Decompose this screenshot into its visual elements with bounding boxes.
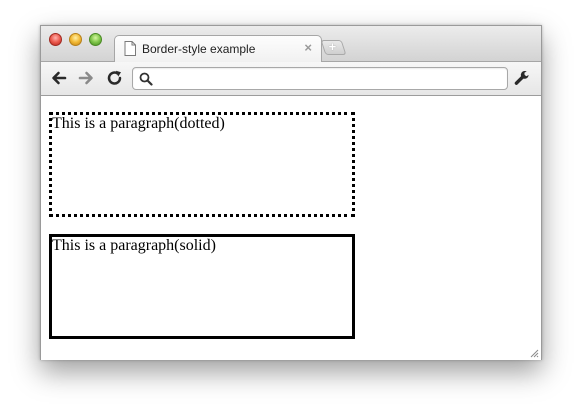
- address-input[interactable]: [157, 70, 497, 87]
- tab-border-style-example[interactable]: Border-style example ×: [114, 35, 322, 62]
- page-icon: [124, 41, 136, 56]
- page-content: This is a paragraph(dotted) This is a pa…: [41, 96, 541, 360]
- solid-paragraph: This is a paragraph(solid): [49, 234, 355, 339]
- plus-icon: +: [328, 39, 337, 54]
- browser-window: Border-style example × + This is a parag…: [40, 25, 542, 360]
- back-arrow-icon[interactable]: [50, 69, 68, 87]
- address-bar[interactable]: [132, 67, 508, 90]
- toolbar: [41, 62, 541, 96]
- resize-grip-icon[interactable]: [529, 348, 539, 358]
- wrench-icon[interactable]: [513, 69, 531, 87]
- tab-title: Border-style example: [142, 42, 256, 56]
- zoom-window-button[interactable]: [89, 33, 102, 46]
- search-icon: [139, 72, 153, 86]
- reload-icon[interactable]: [106, 69, 124, 87]
- dotted-paragraph: This is a paragraph(dotted): [49, 112, 355, 217]
- minimize-window-button[interactable]: [69, 33, 82, 46]
- new-tab-button[interactable]: +: [320, 39, 347, 55]
- tab-close-icon[interactable]: ×: [304, 40, 312, 55]
- title-bar: Border-style example × +: [41, 26, 541, 62]
- close-window-button[interactable]: [49, 33, 62, 46]
- forward-arrow-icon[interactable]: [77, 69, 95, 87]
